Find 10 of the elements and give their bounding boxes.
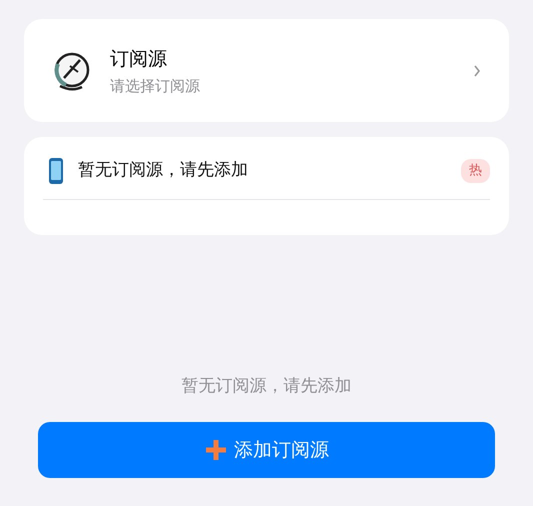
hot-tag: 热 (461, 159, 490, 183)
source-selector[interactable]: 订阅源 请选择订阅源 (24, 19, 509, 122)
feed-title: 暂无订阅源，请先添加 (78, 159, 249, 182)
add-source-button[interactable]: 添加订阅源 (38, 422, 495, 478)
plus-icon (204, 438, 228, 462)
chevron-right-icon (473, 64, 481, 76)
empty-message: 暂无订阅源，请先添加 (182, 374, 352, 398)
source-title: 订阅源 (110, 46, 168, 72)
source-subtitle: 请选择订阅源 (110, 76, 201, 96)
phone-icon (48, 157, 64, 185)
